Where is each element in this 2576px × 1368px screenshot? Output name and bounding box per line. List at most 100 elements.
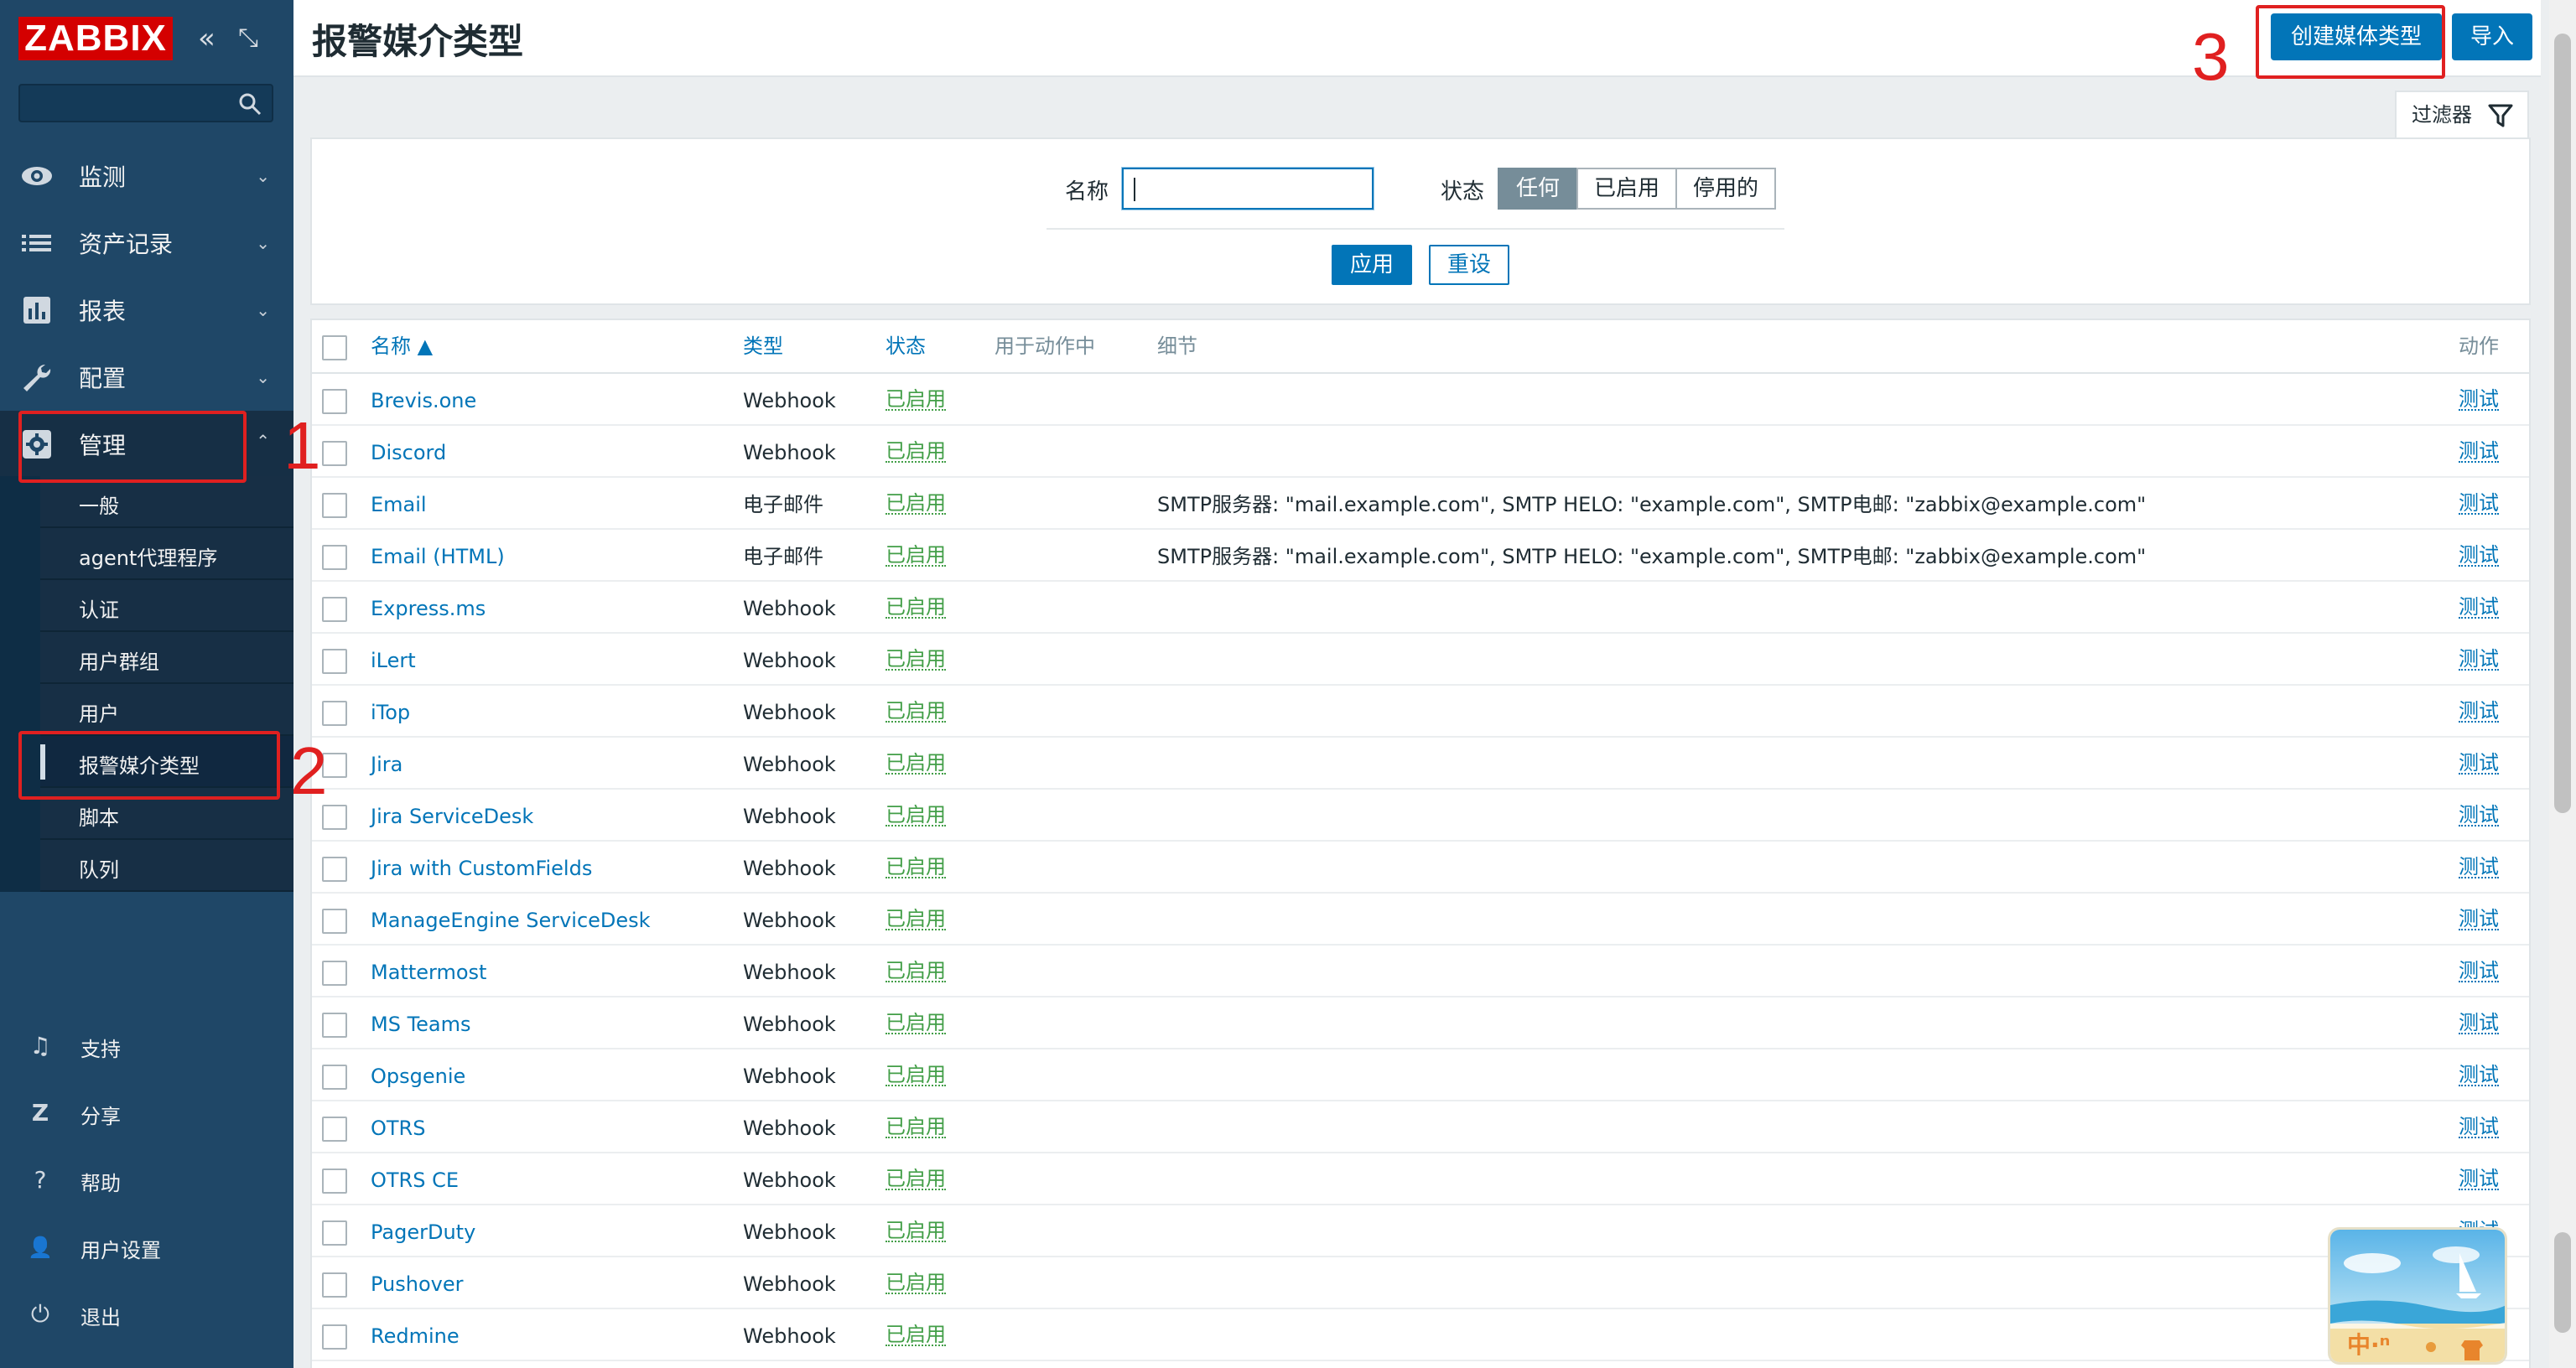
row-checkbox[interactable] [322, 857, 347, 882]
filter-name-input[interactable] [1122, 168, 1374, 210]
media-type-name-link[interactable]: OTRS CE [371, 1168, 459, 1192]
test-action-link[interactable]: 测试 [2459, 389, 2499, 411]
menu-inventory[interactable]: 资产记录 ⌄ [0, 210, 293, 277]
test-action-link[interactable]: 测试 [2459, 1117, 2499, 1138]
row-checkbox[interactable] [322, 597, 347, 622]
ime-widget[interactable]: 中·ⁿ [2328, 1227, 2507, 1365]
footer-share[interactable]: Z 分享 [0, 1083, 293, 1142]
media-type-status-link[interactable]: 已启用 [886, 493, 946, 515]
media-type-status-link[interactable]: 已启用 [886, 1117, 946, 1138]
media-type-status-link[interactable]: 已启用 [886, 909, 946, 930]
menu-configuration[interactable]: 配置 ⌄ [0, 344, 293, 411]
media-type-name-link[interactable]: Jira ServiceDesk [371, 805, 533, 828]
column-header-name[interactable]: 名称 ▲ [371, 320, 433, 372]
menu-reports[interactable]: 报表 ⌄ [0, 277, 293, 344]
media-type-name-link[interactable]: Opsgenie [371, 1065, 465, 1088]
media-type-status-link[interactable]: 已启用 [886, 441, 946, 463]
filter-tab[interactable]: 过滤器 [2395, 91, 2529, 137]
media-type-status-link[interactable]: 已启用 [886, 1013, 946, 1034]
test-action-link[interactable]: 测试 [2459, 805, 2499, 826]
row-checkbox[interactable] [322, 1117, 347, 1142]
test-action-link[interactable]: 测试 [2459, 545, 2499, 567]
media-type-status-link[interactable]: 已启用 [886, 649, 946, 671]
media-type-name-link[interactable]: Email [371, 493, 427, 516]
row-checkbox[interactable] [322, 701, 347, 726]
test-action-link[interactable]: 测试 [2459, 1168, 2499, 1190]
media-type-status-link[interactable]: 已启用 [886, 805, 946, 826]
test-action-link[interactable]: 测试 [2459, 857, 2499, 878]
row-checkbox[interactable] [322, 1324, 347, 1350]
media-type-status-link[interactable]: 已启用 [886, 1168, 946, 1190]
test-action-link[interactable]: 测试 [2459, 1013, 2499, 1034]
row-checkbox[interactable] [322, 1168, 347, 1194]
media-type-name-link[interactable]: Pushover [371, 1272, 464, 1296]
column-header-status[interactable]: 状态 [886, 320, 926, 372]
scrollbar-thumb[interactable] [2554, 34, 2571, 813]
media-type-status-link[interactable]: 已启用 [886, 701, 946, 723]
status-disabled-option[interactable]: 停用的 [1675, 168, 1776, 210]
submenu-item-general[interactable]: 一般 [40, 476, 293, 528]
submenu-item-queue[interactable]: 队列 [40, 840, 293, 892]
row-checkbox[interactable] [322, 493, 347, 518]
media-type-name-link[interactable]: Express.ms [371, 597, 486, 620]
media-type-status-link[interactable]: 已启用 [886, 1220, 946, 1242]
submenu-item-users[interactable]: 用户 [40, 684, 293, 736]
test-action-link[interactable]: 测试 [2459, 961, 2499, 982]
row-checkbox[interactable] [322, 545, 347, 570]
media-type-name-link[interactable]: Mattermost [371, 961, 486, 984]
submenu-item-proxies[interactable]: agent代理程序 [40, 528, 293, 580]
media-type-status-link[interactable]: 已启用 [886, 597, 946, 619]
footer-support[interactable]: ♫ 支持 [0, 1016, 293, 1075]
apply-filter-button[interactable]: 应用 [1332, 245, 1412, 285]
row-checkbox[interactable] [322, 441, 347, 466]
page-scrollbar[interactable] [2549, 0, 2576, 1368]
row-checkbox[interactable] [322, 909, 347, 934]
media-type-name-link[interactable]: Jira with CustomFields [371, 857, 592, 880]
media-type-name-link[interactable]: Discord [371, 441, 446, 464]
collapse-sidebar-icon[interactable]: « [198, 22, 216, 55]
media-type-status-link[interactable]: 已启用 [886, 1065, 946, 1086]
reset-filter-button[interactable]: 重设 [1429, 245, 1509, 285]
test-action-link[interactable]: 测试 [2459, 441, 2499, 463]
media-type-name-link[interactable]: Jira [371, 753, 402, 776]
zabbix-logo[interactable]: ZABBIX [18, 17, 173, 60]
media-type-name-link[interactable]: Redmine [371, 1324, 460, 1348]
test-action-link[interactable]: 测试 [2459, 753, 2499, 775]
import-button[interactable]: 导入 [2452, 13, 2532, 60]
media-type-status-link[interactable]: 已启用 [886, 753, 946, 775]
media-type-status-link[interactable]: 已启用 [886, 545, 946, 567]
submenu-item-user-groups[interactable]: 用户群组 [40, 632, 293, 684]
media-type-name-link[interactable]: Brevis.one [371, 389, 476, 412]
row-checkbox[interactable] [322, 1220, 347, 1246]
status-any-option[interactable]: 任何 [1498, 168, 1578, 210]
row-checkbox[interactable] [322, 961, 347, 986]
scrollbar-thumb-secondary[interactable] [2554, 1232, 2571, 1333]
row-checkbox[interactable] [322, 389, 347, 414]
row-checkbox[interactable] [322, 805, 347, 830]
column-header-type[interactable]: 类型 [743, 320, 783, 372]
row-checkbox[interactable] [322, 1272, 347, 1298]
menu-monitoring[interactable]: 监测 ⌄ [0, 142, 293, 210]
footer-sign-out[interactable]: ⏻ 退出 [0, 1284, 293, 1343]
submenu-item-authentication[interactable]: 认证 [40, 580, 293, 632]
footer-user-settings[interactable]: 👤 用户设置 [0, 1217, 293, 1276]
media-type-name-link[interactable]: Email (HTML) [371, 545, 505, 568]
status-enabled-option[interactable]: 已启用 [1576, 168, 1677, 210]
media-type-status-link[interactable]: 已启用 [886, 961, 946, 982]
test-action-link[interactable]: 测试 [2459, 909, 2499, 930]
test-action-link[interactable]: 测试 [2459, 701, 2499, 723]
media-type-status-link[interactable]: 已启用 [886, 389, 946, 411]
media-type-name-link[interactable]: OTRS [371, 1117, 425, 1140]
select-all-checkbox[interactable] [322, 335, 347, 360]
media-type-status-link[interactable]: 已启用 [886, 857, 946, 878]
media-type-name-link[interactable]: iTop [371, 701, 410, 724]
media-type-name-link[interactable]: ManageEngine ServiceDesk [371, 909, 651, 932]
media-type-status-link[interactable]: 已启用 [886, 1324, 946, 1346]
search-icon[interactable] [236, 91, 263, 117]
footer-help[interactable]: ? 帮助 [0, 1150, 293, 1209]
row-checkbox[interactable] [322, 1013, 347, 1038]
media-type-name-link[interactable]: PagerDuty [371, 1220, 475, 1244]
test-action-link[interactable]: 测试 [2459, 1065, 2499, 1086]
kiosk-mode-icon[interactable]: ⤡ [238, 22, 258, 55]
test-action-link[interactable]: 测试 [2459, 493, 2499, 515]
